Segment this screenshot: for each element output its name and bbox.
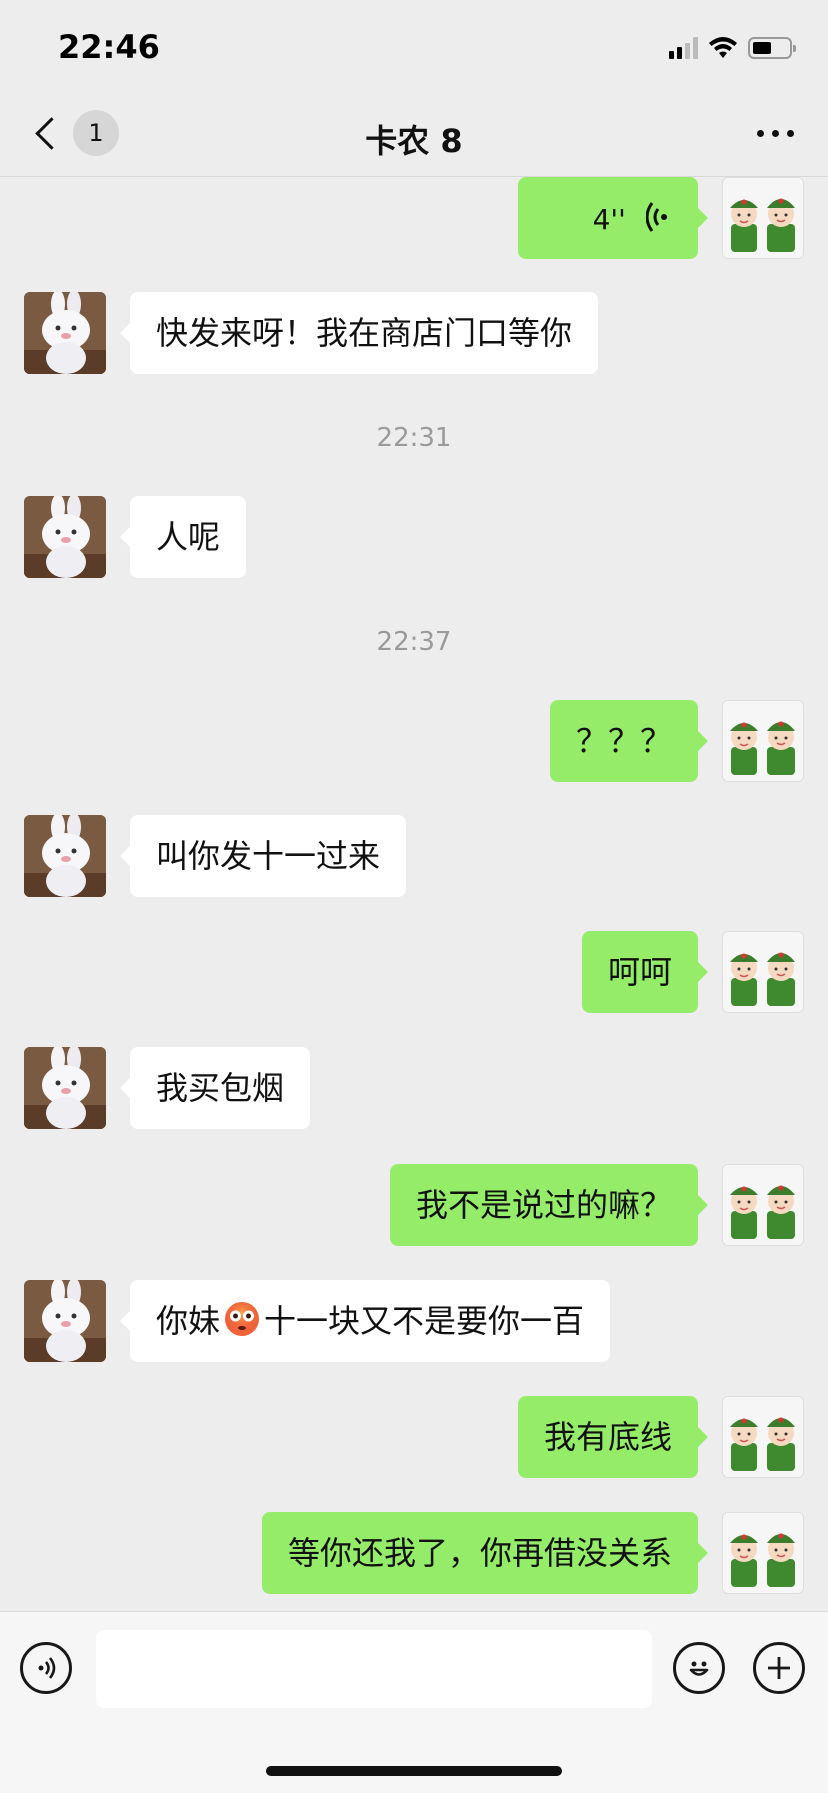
battery-icon [748, 37, 796, 59]
message-bubble[interactable]: 呵呵 [581, 931, 709, 1013]
self-avatar[interactable] [722, 1164, 804, 1246]
chat-title: 卡农 8 [365, 122, 463, 160]
message-bubble[interactable]: 我有底线 [517, 1396, 709, 1478]
message-row: 你妹 十一块又不是要你一百 [0, 1280, 828, 1362]
self-avatar[interactable] [722, 700, 804, 782]
message-row: 叫你发十一过来 [0, 815, 828, 897]
message-row: 我不是说过的嘛？ [0, 1164, 828, 1246]
more-options-button[interactable] [757, 130, 794, 137]
message-row: ？？？ [0, 700, 828, 782]
self-avatar[interactable] [722, 1396, 804, 1478]
message-bubble[interactable]: 人呢 [119, 496, 247, 578]
message-bubble[interactable]: 叫你发十一过来 [119, 815, 407, 897]
message-row: 人呢 [0, 496, 828, 578]
status-bar: 22:46 [0, 0, 828, 96]
message-row: 我买包烟 [0, 1047, 828, 1129]
self-avatar[interactable] [722, 931, 804, 1013]
message-text-part: 你妹 [156, 1302, 221, 1340]
self-avatar[interactable] [722, 177, 804, 259]
message-row: 快发来呀！我在商店门口等你 [0, 292, 828, 374]
message-bubble[interactable]: 你妹 十一块又不是要你一百 [119, 1280, 611, 1362]
timestamp-divider: 22:31 [376, 423, 452, 453]
plus-icon [768, 1657, 790, 1679]
message-row: 等你还我了，你再借没关系 [0, 1512, 828, 1594]
more-dots-icon [757, 130, 764, 137]
message-bubble[interactable]: 我不是说过的嘛？ [389, 1164, 709, 1246]
self-avatar[interactable] [722, 1512, 804, 1594]
message-bubble[interactable]: 快发来呀！我在商店门口等你 [119, 292, 599, 374]
message-bubble[interactable]: 等你还我了，你再借没关系 [261, 1512, 709, 1594]
home-indicator[interactable] [266, 1766, 562, 1776]
voice-message-bubble[interactable]: 4'' [518, 177, 708, 259]
emoji-button[interactable] [673, 1642, 725, 1694]
wifi-icon [709, 37, 737, 58]
message-input[interactable] [96, 1630, 652, 1708]
voice-duration: 4'' [592, 203, 626, 236]
message-text-part: 十一块又不是要你一百 [264, 1302, 585, 1340]
voice-icon [38, 1657, 56, 1679]
message-row: 呵呵 [0, 931, 828, 1013]
voice-wave-icon [646, 202, 667, 232]
smiley-icon [689, 1661, 709, 1676]
contact-avatar[interactable] [24, 1280, 106, 1362]
chat-header: 1 卡农 8 [0, 96, 828, 177]
message-bubble[interactable]: 我买包烟 [119, 1047, 311, 1129]
contact-avatar[interactable] [24, 815, 106, 897]
contact-avatar[interactable] [24, 496, 106, 578]
timestamp-divider: 22:37 [376, 627, 452, 657]
contact-avatar[interactable] [24, 292, 106, 374]
contact-avatar[interactable] [24, 1047, 106, 1129]
message-list[interactable]: 4'' 快发来呀！我在商店门口等你 22:31 人呢 22:37 ？？？ 叫你发… [0, 177, 828, 1610]
status-time: 22:46 [58, 28, 160, 66]
more-actions-button[interactable] [753, 1642, 805, 1694]
voice-input-button[interactable] [20, 1642, 72, 1694]
message-row-voice: 4'' [0, 177, 828, 259]
status-icons [669, 36, 796, 60]
flushed-face-emoji-icon [225, 1302, 260, 1336]
message-bubble[interactable]: ？？？ [549, 700, 709, 782]
message-row: 我有底线 [0, 1396, 828, 1478]
cellular-signal-icon [669, 37, 698, 59]
